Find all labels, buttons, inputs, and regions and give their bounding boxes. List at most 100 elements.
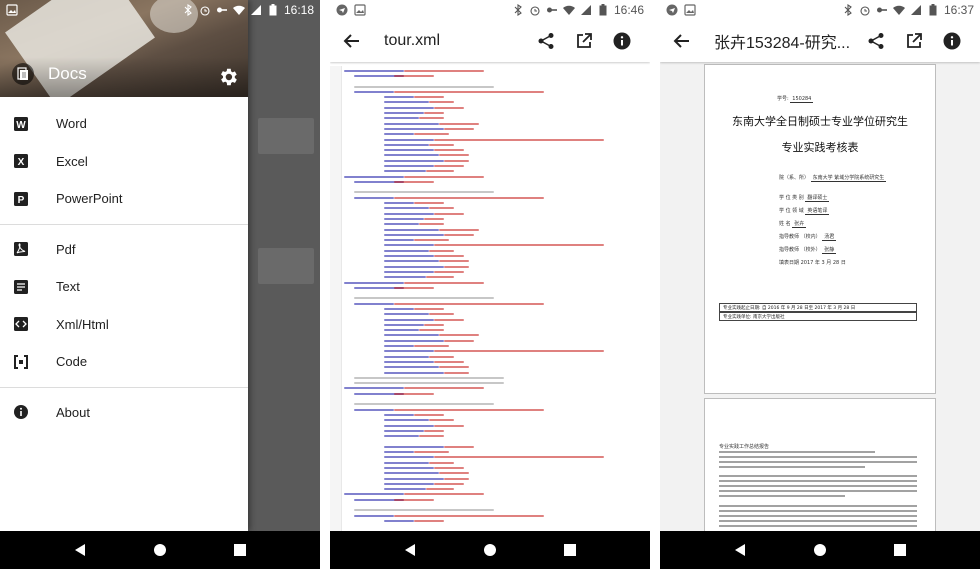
status-time: 16:46	[613, 3, 644, 17]
recents-nav-icon[interactable]	[560, 540, 580, 560]
viewer-toolbar: tour.xml	[330, 20, 650, 62]
powerpoint-icon: P	[13, 191, 29, 207]
svg-text:P: P	[18, 195, 25, 206]
image-notification-icon	[354, 4, 366, 16]
excel-icon: X	[13, 153, 29, 169]
bluetooth-icon	[842, 4, 854, 16]
image-notification-icon	[6, 4, 18, 16]
system-nav-bar	[0, 531, 320, 569]
menu-divider	[0, 223, 248, 225]
status-bar: 16:46	[330, 0, 650, 20]
back-nav-icon[interactable]	[70, 540, 90, 560]
menu-item-powerpoint[interactable]: P PowerPoint	[0, 180, 248, 218]
share-icon[interactable]	[866, 31, 886, 51]
menu-item-excel[interactable]: X Excel	[0, 143, 248, 181]
key-icon	[546, 4, 558, 16]
info-icon	[13, 404, 29, 420]
word-icon: W	[13, 116, 29, 132]
menu-item-about[interactable]: About	[0, 394, 248, 432]
system-nav-bar	[330, 531, 650, 569]
recents-nav-icon[interactable]	[890, 540, 910, 560]
signal-icon	[910, 4, 922, 16]
back-nav-icon[interactable]	[400, 540, 420, 560]
pdf-icon	[13, 241, 29, 257]
share-icon[interactable]	[536, 31, 556, 51]
report-heading: 专业实践工作总结报告	[719, 444, 770, 450]
back-arrow-icon[interactable]	[342, 31, 362, 51]
field-department: 院（系、所） 东南大学 紫域分学院系统研究生	[779, 175, 887, 182]
menu-item-word[interactable]: W Word	[0, 105, 248, 143]
wifi-icon	[562, 4, 575, 16]
alarm-icon	[199, 4, 211, 16]
status-bar: 16:37	[660, 0, 980, 20]
xml-code-lines	[344, 68, 648, 524]
alarm-icon	[859, 4, 871, 16]
telegram-notification-icon	[336, 4, 348, 16]
menu-item-text[interactable]: Text	[0, 268, 248, 306]
menu-item-xml-html[interactable]: Xml/Html	[0, 306, 248, 344]
navigation-drawer: Docs W Word X Excel P PowerPoint Pdf Tex…	[0, 0, 248, 531]
field-name: 姓 名 张卉	[779, 221, 807, 228]
document-page-2: 专业实践工作总结报告	[704, 398, 936, 538]
doc-title-line1: 东南大学全日制硕士专业学位研究生	[732, 115, 908, 128]
key-icon	[216, 4, 228, 16]
recents-nav-icon[interactable]	[230, 540, 250, 560]
field-degree-area: 学 位 领 域 英语笔译	[779, 208, 830, 215]
home-nav-icon[interactable]	[810, 540, 830, 560]
field-supervisor-internal: 指导教师 （校内） 汤君	[779, 234, 837, 241]
alarm-icon	[529, 4, 541, 16]
viewer-toolbar: 张卉153284-研究...	[660, 20, 980, 62]
doc-title-line2: 专业实践考核表	[781, 141, 859, 154]
open-external-icon[interactable]	[904, 31, 924, 51]
code-icon	[13, 354, 29, 370]
system-nav-bar	[660, 531, 980, 569]
phone-xml-viewer: 16:46 tour.xml	[330, 0, 650, 569]
telegram-notification-icon	[666, 4, 678, 16]
line-number-gutter	[330, 66, 342, 531]
phone-docs-drawer: 16:18 Docs W Word X Excel P PowerPoint P…	[0, 0, 320, 569]
open-external-icon[interactable]	[574, 31, 594, 51]
settings-gear-icon[interactable]	[217, 66, 239, 88]
back-arrow-icon[interactable]	[672, 31, 692, 51]
document-page-1: 学号: 150284 东南大学全日制硕士专业学位研究生 专业实践考核表 院（系、…	[704, 64, 936, 394]
menu-item-pdf[interactable]: Pdf	[0, 231, 248, 269]
info-icon[interactable]	[612, 31, 632, 51]
back-nav-icon[interactable]	[730, 540, 750, 560]
image-notification-icon	[684, 4, 696, 16]
drawer-menu: W Word X Excel P PowerPoint Pdf Text Xml…	[0, 105, 248, 431]
status-time: 16:18	[283, 3, 314, 17]
svg-text:W: W	[16, 120, 26, 131]
info-icon[interactable]	[942, 31, 962, 51]
status-time: 16:37	[943, 3, 974, 17]
menu-item-code[interactable]: Code	[0, 343, 248, 381]
battery-icon	[267, 4, 279, 16]
signal-icon	[250, 4, 262, 16]
field-supervisor-external: 指导教师 （校外） 张静	[779, 247, 837, 254]
xml-icon	[13, 316, 29, 332]
battery-icon	[597, 4, 609, 16]
home-nav-icon[interactable]	[480, 540, 500, 560]
phone-document-viewer: 16:37 张卉153284-研究... 学号: 150284 东南大学全日制硕…	[660, 0, 980, 569]
signal-icon	[580, 4, 592, 16]
dimmed-content-scrim[interactable]	[248, 0, 320, 569]
battery-icon	[927, 4, 939, 16]
bluetooth-icon	[512, 4, 524, 16]
status-bar: 16:18	[0, 0, 320, 20]
wifi-icon	[232, 4, 245, 16]
home-nav-icon[interactable]	[150, 540, 170, 560]
svg-text:X: X	[18, 157, 25, 168]
practice-unit-row: 专业实践单位: 南京大学出版社	[719, 312, 917, 321]
wifi-icon	[892, 4, 905, 16]
practice-period-row: 专业实践起止日期: 自 2016 年 9 月 28 日至 2017 年 3 月 …	[719, 303, 917, 312]
file-title: tour.xml	[384, 32, 441, 49]
code-line	[344, 518, 648, 523]
bluetooth-icon	[182, 4, 194, 16]
key-icon	[876, 4, 888, 16]
docs-app-icon	[12, 63, 34, 85]
file-title: 张卉153284-研究...	[714, 35, 851, 52]
text-icon	[13, 279, 29, 295]
student-no: 学号: 150284	[777, 96, 814, 103]
field-date: 填表日期 2017 年 3 月 28 日	[779, 260, 846, 266]
field-degree-type: 学 位 类 别 翻译硕士	[779, 195, 830, 202]
menu-divider	[0, 386, 248, 388]
